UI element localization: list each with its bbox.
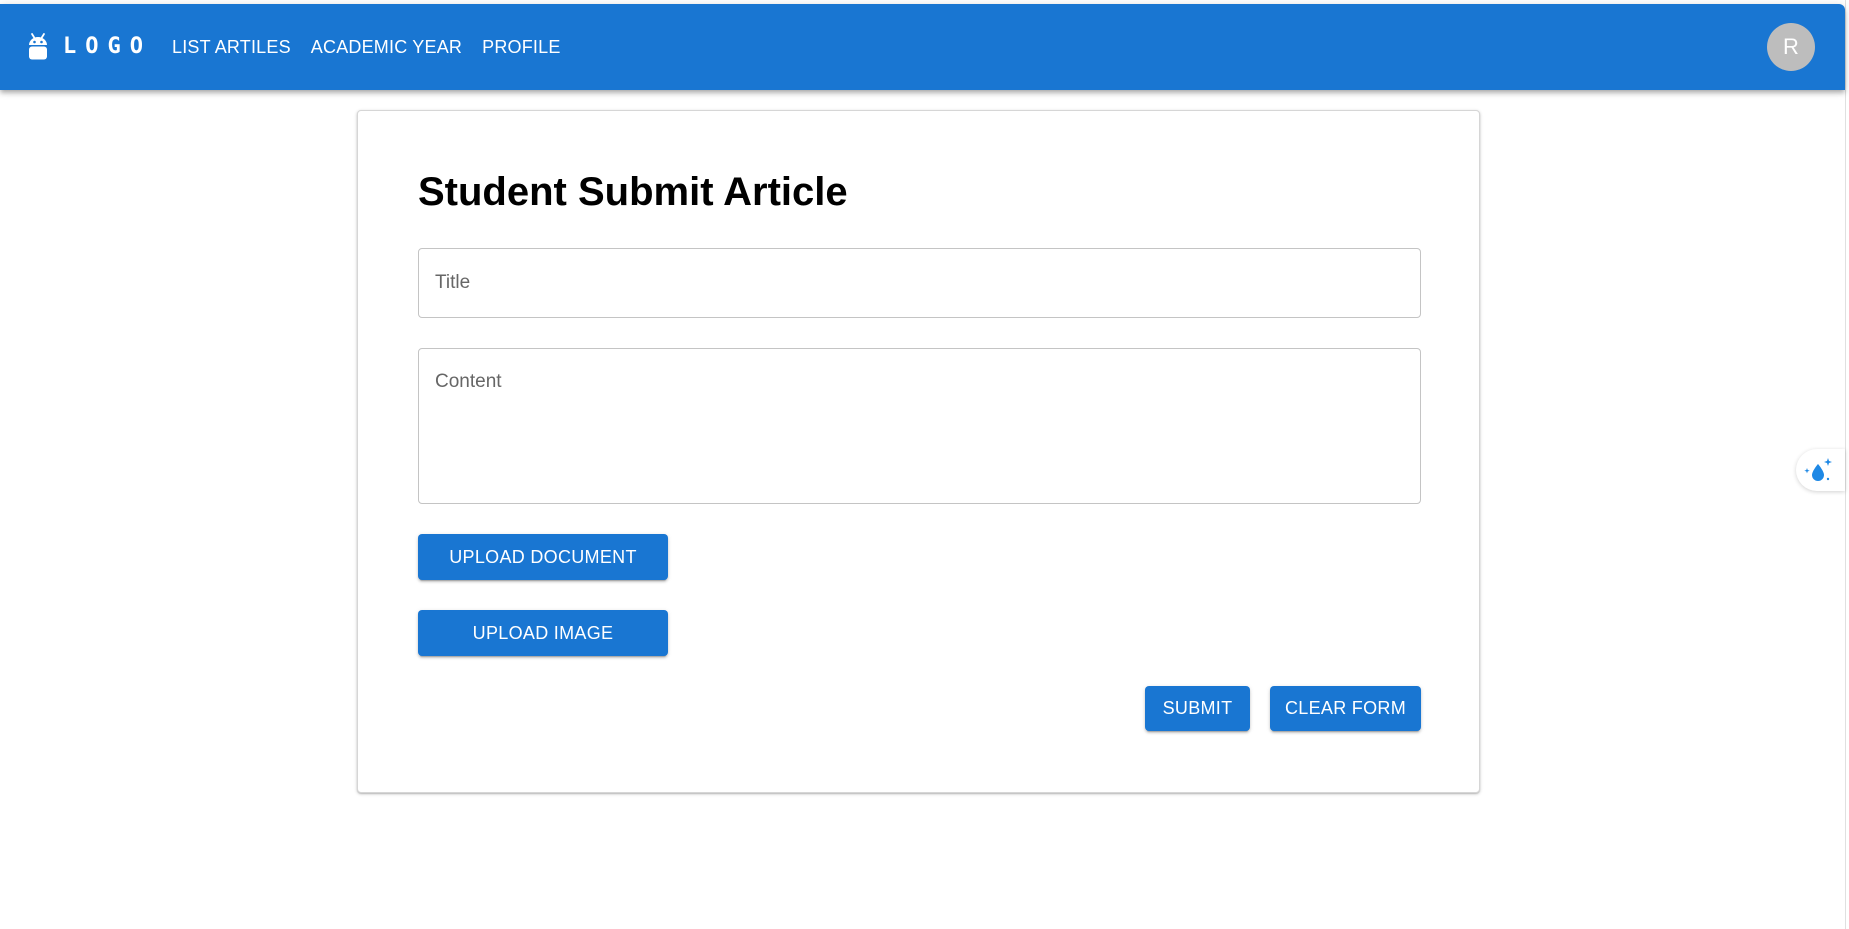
logo-text: LOGO [63,34,152,59]
submit-button[interactable]: SUBMIT [1145,686,1250,731]
submit-article-card: Student Submit Article UPLOAD DOCUMENT U… [357,110,1480,793]
nav-item-list-articles[interactable]: LIST ARTILES [162,32,301,62]
floating-assistant-button[interactable] [1796,449,1845,491]
upload-document-button[interactable]: UPLOAD DOCUMENT [418,534,668,580]
clear-form-button[interactable]: CLEAR FORM [1270,686,1421,731]
upload-image-button[interactable]: UPLOAD IMAGE [418,610,668,656]
page-title: Student Submit Article [418,170,848,214]
nav-item-profile[interactable]: PROFILE [472,32,570,62]
app-bar: LOGO LIST ARTILES ACADEMIC YEAR PROFILE … [0,4,1845,90]
title-input[interactable] [418,248,1421,318]
app-viewport: LOGO LIST ARTILES ACADEMIC YEAR PROFILE … [0,0,1846,929]
user-avatar[interactable]: R [1767,23,1815,71]
content-textarea[interactable] [418,348,1421,504]
brand[interactable]: LOGO [27,32,152,62]
nav-item-academic-year[interactable]: ACADEMIC YEAR [301,32,472,62]
main-nav: LIST ARTILES ACADEMIC YEAR PROFILE [162,32,571,62]
android-icon [29,33,47,60]
sparkle-drop-icon [1804,458,1832,481]
